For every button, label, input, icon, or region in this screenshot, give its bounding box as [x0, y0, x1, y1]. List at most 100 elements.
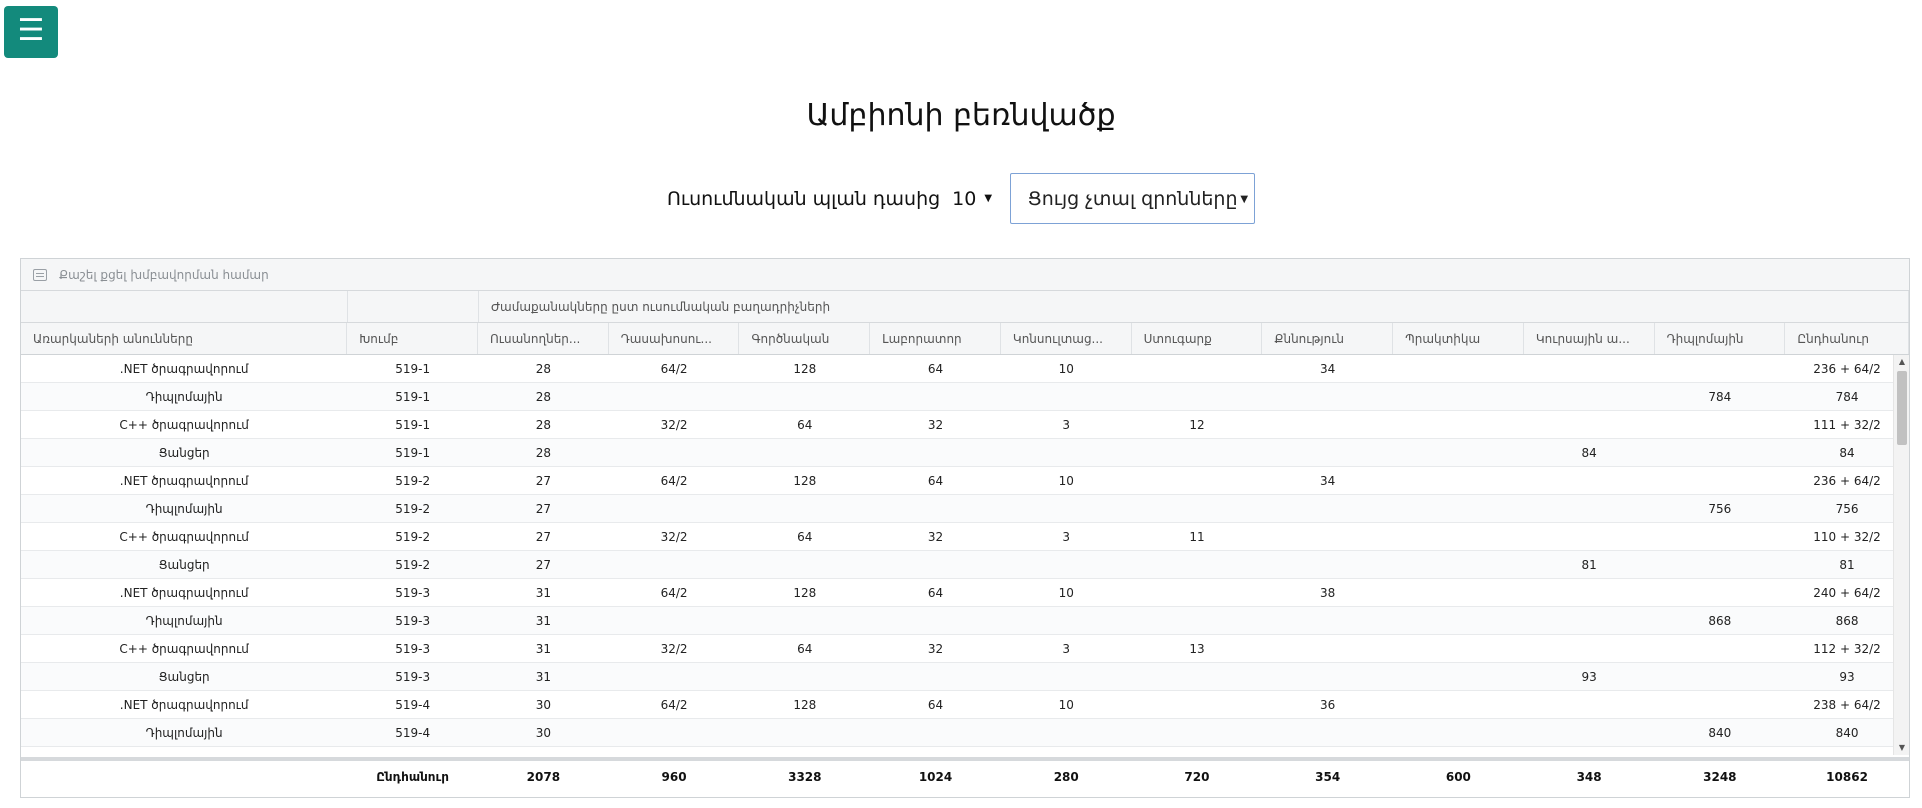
table-cell [1393, 551, 1524, 578]
table-cell [1524, 355, 1655, 382]
scroll-up-icon[interactable]: ▲ [1894, 355, 1909, 369]
table-row[interactable]: Ցանցեր 519-1 28 84 84 [21, 439, 1909, 467]
table-row[interactable]: Դիպլոմային 519-2 27 756 756 [21, 495, 1909, 523]
totals-cell: 960 [661, 770, 687, 784]
column-header[interactable]: Ընդհանուր [1785, 323, 1910, 354]
table-row[interactable]: Դիպլոմային 519-3 31 868 868 [21, 607, 1909, 635]
table-row[interactable]: Ցանցեր 519-2 27 81 81 [21, 551, 1909, 579]
table-row[interactable]: .NET ծրագրավորում 519-4 30 64/2 128 64 10 36 238… [21, 691, 1909, 719]
table-cell: Ցանցեր [158, 669, 210, 684]
table-cell: 519-1 [395, 361, 431, 376]
table-cell: 784 [1708, 389, 1732, 404]
table-row[interactable]: .NET ծրագրավորում 519-2 27 64/2 128 64 10 34 236… [21, 467, 1909, 495]
year-select[interactable]: 10 ▼ [948, 188, 996, 210]
table-cell [870, 439, 1001, 466]
table-cell [1262, 635, 1393, 662]
table-cell [609, 663, 740, 690]
table-cell [1132, 719, 1263, 746]
table-cell [1654, 439, 1785, 466]
table-row[interactable]: C++ ծրագրավորում 519-1 28 32/2 64 32 3 12 111 + … [21, 411, 1909, 439]
workload-grid: Քաշել քցել խմբավորման համար Ժամաքանակներ… [20, 258, 1910, 798]
table-row[interactable]: .NET ծրագրավորում 519-3 31 64/2 128 64 10 38 240… [21, 579, 1909, 607]
column-header[interactable]: Քննություն [1262, 323, 1394, 354]
table-cell [1393, 411, 1524, 438]
menu-button[interactable]: ☰ [4, 6, 58, 58]
table-cell: 238 + 64/2 [1813, 697, 1881, 712]
table-cell [1132, 551, 1263, 578]
table-cell [1262, 719, 1393, 746]
table-cell: 128 [793, 697, 817, 712]
column-header[interactable]: Կոնսուլտաց... [1001, 323, 1132, 354]
table-cell [1654, 663, 1785, 690]
table-cell: 31 [535, 585, 551, 600]
table-cell [1654, 411, 1785, 438]
table-cell: 31 [535, 613, 551, 628]
table-cell: 34 [1320, 473, 1336, 488]
table-cell [1001, 719, 1132, 746]
hamburger-icon: ☰ [17, 13, 45, 48]
table-cell: 93 [1581, 669, 1597, 684]
table-cell [1393, 495, 1524, 522]
table-cell: .NET ծրագրավորում [119, 585, 249, 600]
table-cell [1262, 383, 1393, 410]
column-header[interactable]: Ուսանողներ... [478, 323, 609, 354]
scrollbar-thumb[interactable] [1897, 371, 1907, 445]
table-cell [1132, 383, 1263, 410]
table-row[interactable]: C++ ծրագրավորում 519-3 31 32/2 64 32 3 13 112 + … [21, 635, 1909, 663]
table-cell [739, 495, 870, 522]
table-cell [1001, 607, 1132, 634]
table-cell: 128 [793, 473, 817, 488]
totals-row: Ընդհանուր 2078 960 3328 1024 280 720 354 600 348 3… [21, 757, 1909, 793]
vertical-scrollbar[interactable]: ▲ ▼ [1893, 355, 1909, 755]
table-cell [739, 551, 870, 578]
table-row[interactable]: C++ ծրագրավորում 519-2 27 32/2 64 32 3 11 110 + … [21, 523, 1909, 551]
column-header[interactable]: Առարկաների անունները [21, 323, 348, 354]
table-cell: 93 [1839, 669, 1855, 684]
totals-cell: 3248 [1703, 770, 1737, 784]
column-header[interactable]: Լաբորատոր [870, 323, 1001, 354]
column-header[interactable]: Խումբ [347, 323, 478, 354]
grid-body[interactable]: .NET ծրագրավորում 519-1 28 64/2 128 64 10 34 236… [21, 355, 1909, 755]
table-cell [1393, 607, 1524, 634]
group-panel-icon [33, 268, 47, 281]
table-cell [1132, 607, 1263, 634]
table-cell [1132, 495, 1263, 522]
table-row[interactable]: Դիպլոմային 519-4 30 840 840 [21, 719, 1909, 747]
totals-cell: 720 [1184, 770, 1210, 784]
table-cell: 84 [1581, 445, 1597, 460]
table-cell: .NET ծրագրավորում [119, 473, 249, 488]
table-cell [739, 719, 870, 746]
table-cell [1654, 355, 1785, 382]
table-row[interactable]: Ցանցեր 519-3 31 93 93 [21, 663, 1909, 691]
table-cell [1654, 551, 1785, 578]
table-cell [1001, 495, 1132, 522]
table-cell [870, 607, 1001, 634]
table-row[interactable]: Դիպլոմային 519-1 28 784 784 [21, 383, 1909, 411]
table-cell: 30 [535, 697, 551, 712]
column-header[interactable]: Դասախոսու... [609, 323, 740, 354]
table-cell [1524, 607, 1655, 634]
column-header[interactable]: Գործնական [739, 323, 871, 354]
table-cell: C++ ծրագրավորում [119, 529, 249, 544]
group-panel[interactable]: Քաշել քցել խմբավորման համար [21, 259, 1909, 291]
table-cell: 240 + 64/2 [1813, 585, 1881, 600]
column-header[interactable]: Կուրսային ա... [1524, 323, 1655, 354]
table-cell: 10 [1058, 361, 1074, 376]
column-header[interactable]: Դիպլոմային [1655, 323, 1786, 354]
chevron-down-icon: ▼ [984, 193, 993, 204]
table-cell: 3 [1062, 529, 1071, 544]
table-cell: 36 [1320, 697, 1336, 712]
hide-zeros-select[interactable]: Ցույց չտալ զրոնները ▼ [1010, 173, 1256, 224]
scroll-down-icon[interactable]: ▼ [1894, 741, 1909, 755]
table-cell [1132, 467, 1263, 494]
table-cell: 868 [1835, 613, 1859, 628]
table-cell: 27 [535, 473, 551, 488]
table-cell: 840 [1708, 725, 1732, 740]
table-cell: 10 [1058, 697, 1074, 712]
column-header[interactable]: Ստուգարք [1132, 323, 1263, 354]
table-cell: 840 [1835, 725, 1859, 740]
table-row[interactable]: .NET ծրագրավորում 519-1 28 64/2 128 64 10 34 236… [21, 355, 1909, 383]
column-header[interactable]: Պրակտիկա [1393, 323, 1524, 354]
table-cell: 32 [927, 417, 944, 432]
table-cell: 3 [1062, 417, 1071, 432]
